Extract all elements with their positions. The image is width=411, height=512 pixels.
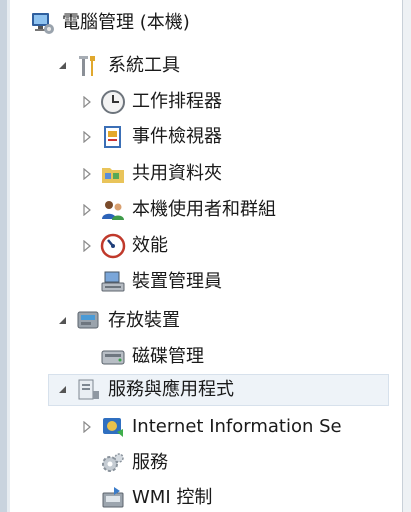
- tree-node-label: 事件檢視器: [132, 126, 222, 147]
- tree-node-label: 工作排程器: [132, 91, 222, 112]
- tree-node-label: 效能: [132, 235, 168, 256]
- device-manager-icon: [100, 269, 126, 295]
- tree-node-task-scheduler[interactable]: 工作排程器: [10, 86, 403, 118]
- tree-node-device-manager[interactable]: 裝置管理員: [10, 266, 403, 298]
- tree-node-label: WMI 控制: [132, 487, 213, 508]
- event-viewer-icon: [100, 124, 126, 150]
- tree-node-wmi[interactable]: WMI 控制: [10, 482, 403, 512]
- tree-node-performance[interactable]: 效能: [10, 230, 403, 262]
- collapsed-arrow-icon[interactable]: [82, 168, 92, 180]
- tree-node-label: 存放裝置: [108, 310, 180, 331]
- tree-node-root[interactable]: 電腦管理 (本機): [10, 7, 403, 39]
- computer-management-icon: [30, 10, 56, 36]
- collapsed-arrow-icon[interactable]: [82, 204, 92, 216]
- users-icon: [100, 197, 126, 223]
- tree-node-label: 本機使用者和群組: [132, 199, 276, 220]
- window-frame-right: [402, 0, 411, 512]
- wmi-icon: [100, 485, 126, 511]
- collapsed-arrow-icon[interactable]: [82, 240, 92, 252]
- tree-node-system-tools[interactable]: 系統工具: [10, 50, 403, 82]
- collapsed-arrow-icon[interactable]: [82, 96, 92, 108]
- tree-node-local-users[interactable]: 本機使用者和群組: [10, 194, 403, 226]
- tree-node-label: 裝置管理員: [132, 271, 222, 292]
- tree-node-services[interactable]: 服務: [10, 447, 403, 479]
- tree-node-label: 服務: [132, 452, 168, 473]
- tree-node-disk-management[interactable]: 磁碟管理: [10, 341, 403, 373]
- expanded-arrow-icon[interactable]: [58, 384, 68, 396]
- window-frame-left: [0, 0, 7, 512]
- tree-node-label: 系統工具: [108, 55, 180, 76]
- tree-node-label: Internet Information Se: [132, 416, 342, 437]
- tree-node-iis[interactable]: Internet Information Se: [10, 411, 403, 443]
- tree-node-label: 共用資料夾: [132, 163, 222, 184]
- tree-node-shared-folders[interactable]: 共用資料夾: [10, 158, 403, 190]
- tree-node-storage[interactable]: 存放裝置: [10, 305, 403, 337]
- tree-node-label: 服務與應用程式: [108, 379, 234, 400]
- collapsed-arrow-icon[interactable]: [82, 421, 92, 433]
- expanded-arrow-icon[interactable]: [58, 60, 68, 72]
- services-apps-icon: [76, 377, 102, 403]
- gears-icon: [100, 450, 126, 476]
- tree-node-label: 磁碟管理: [132, 346, 204, 367]
- tree-node-event-viewer[interactable]: 事件檢視器: [10, 121, 403, 153]
- collapsed-arrow-icon[interactable]: [82, 131, 92, 143]
- tree-node-services-apps-content[interactable]: 服務與應用程式: [10, 374, 403, 406]
- expanded-arrow-icon[interactable]: [58, 315, 68, 327]
- storage-icon: [76, 308, 102, 334]
- shared-folder-icon: [100, 161, 126, 187]
- clock-icon: [100, 89, 126, 115]
- iis-icon: [100, 414, 126, 440]
- disk-icon: [100, 344, 126, 370]
- console-tree: 電腦管理 (本機) 系統工具 工作排程器 事件檢視器 共用資料夾 本機使用者和群…: [10, 0, 403, 512]
- tools-icon: [76, 53, 102, 79]
- tree-node-label: 電腦管理 (本機): [62, 12, 190, 33]
- performance-icon: [100, 233, 126, 259]
